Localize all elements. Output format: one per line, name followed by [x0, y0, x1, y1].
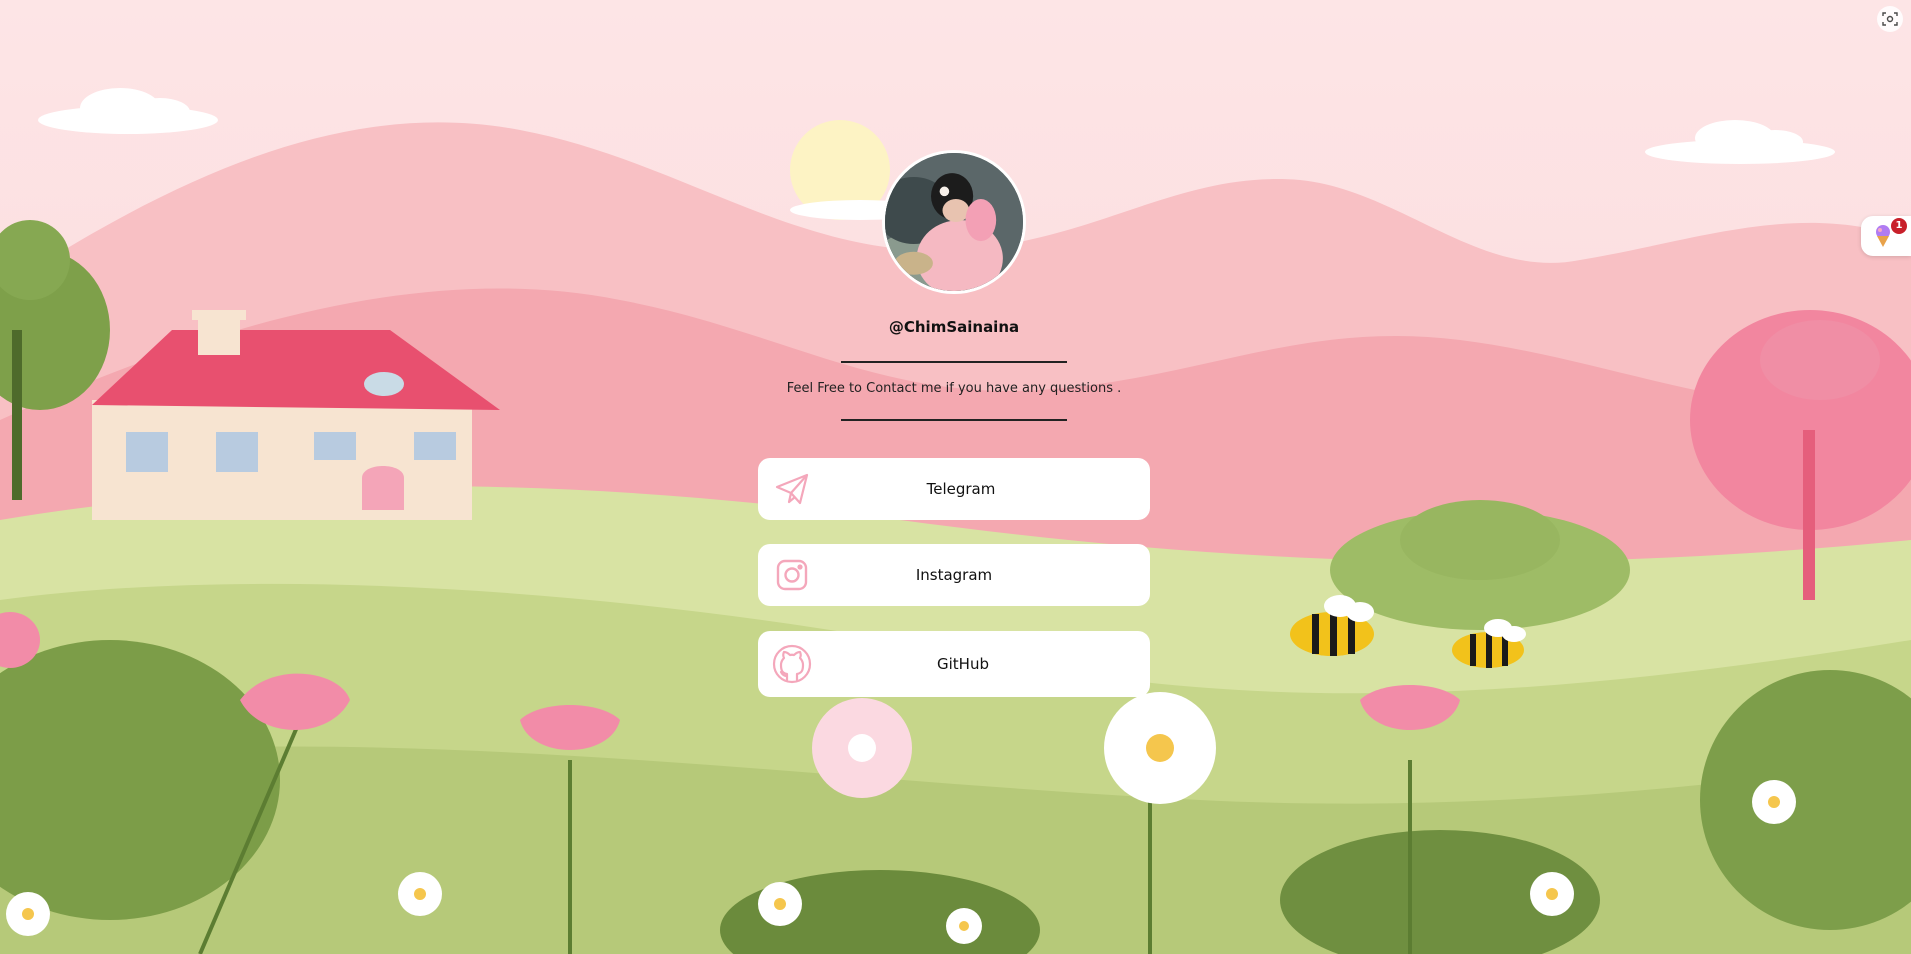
profile-avatar	[882, 150, 1026, 294]
divider-bottom	[841, 419, 1067, 421]
page-stage: @ChimSainaina Feel Free to Contact me if…	[0, 0, 1911, 954]
github-label: GitHub	[937, 655, 989, 673]
instagram-link-button[interactable]: Instagram	[758, 544, 1150, 606]
telegram-label: Telegram	[926, 480, 996, 498]
instagram-label: Instagram	[915, 566, 993, 584]
extension-widget[interactable]: 1	[1861, 216, 1911, 256]
screenshot-icon	[1882, 12, 1898, 26]
telegram-link-button[interactable]: Telegram	[758, 458, 1150, 520]
divider-top	[841, 361, 1067, 363]
ice-cream-icon	[1873, 224, 1893, 252]
github-link-button[interactable]: GitHub	[758, 631, 1150, 697]
profile-username: @ChimSainaina	[888, 318, 1020, 336]
screenshot-button[interactable]	[1877, 6, 1903, 32]
profile-tagline: Feel Free to Contact me if you have any …	[786, 381, 1122, 396]
notification-badge: 1	[1891, 218, 1907, 234]
